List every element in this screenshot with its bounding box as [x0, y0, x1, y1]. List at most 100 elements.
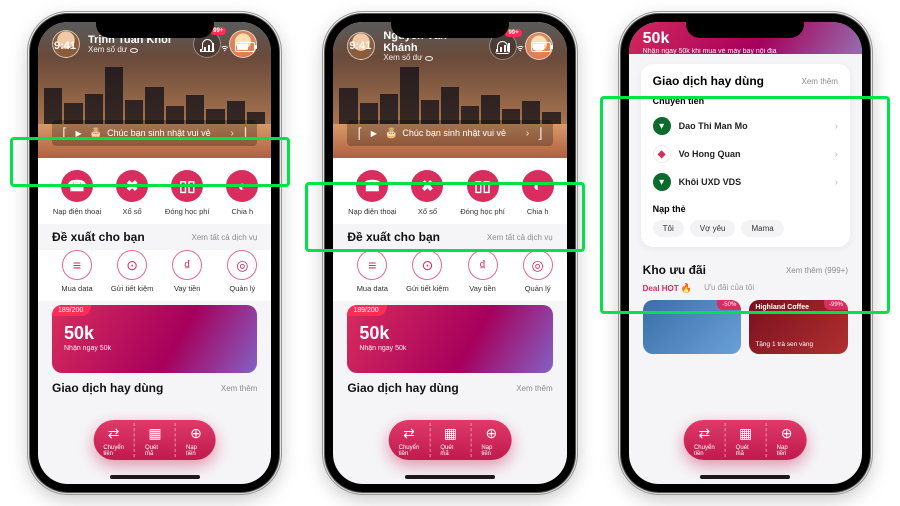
tab-hot[interactable]: Deal HOT 🔥 — [643, 283, 692, 294]
suggest-data[interactable]: ≡Mua data — [347, 250, 397, 293]
promo-title: 50k — [64, 323, 94, 344]
fab-topup[interactable]: ⊕Nạp tiền — [175, 423, 206, 457]
home-indicator — [405, 475, 495, 479]
fab-topup[interactable]: ⊕Nạp tiền — [766, 423, 797, 457]
wifi-icon — [218, 43, 231, 52]
suggest-more-link[interactable]: Xem tất cả dịch vụ — [487, 233, 553, 242]
home-indicator — [110, 475, 200, 479]
hero: 9:41 Trịnh Tuấn Khôi Xem số dư 99+ — [38, 22, 271, 158]
quick-topup-phone[interactable]: ☎Nạp điện thoại — [347, 170, 397, 216]
cake-icon: 🎂 — [385, 128, 397, 139]
birthday-banner[interactable]: ⌈ ▶ 🎂Chúc bạn sinh nhật vui vẻ › ⌋ — [52, 120, 257, 146]
chevron-right-icon: › — [835, 121, 838, 132]
offer-brand: Highland Coffee — [755, 304, 809, 311]
hero: 9:41 Nguyễn Văn Khánh Xem số dư 99+ — [333, 22, 566, 158]
suggest-data[interactable]: ≡Mua data — [52, 250, 102, 293]
deals-tabs: Deal HOT 🔥 Ưu đãi của tôi — [629, 283, 862, 300]
suggest-savings[interactable]: ⊙Gửi tiết kiệm — [107, 250, 157, 293]
cake-icon: 🎂 — [90, 128, 102, 139]
bracket-right-icon: ⌋ — [242, 125, 247, 142]
contact-row[interactable]: ◆Vo Hong Quan› — [653, 140, 838, 168]
chart-icon: ≡ — [62, 250, 92, 280]
fab-scan[interactable]: ▦Quét mã — [725, 423, 756, 457]
promo-title: 50k — [359, 323, 389, 344]
chip-item[interactable]: Vợ yêu — [690, 220, 736, 237]
quick-tuition[interactable]: ▯▯Đóng học phí — [162, 170, 212, 216]
offer-card[interactable]: -50% — [643, 300, 742, 354]
freq-more-link[interactable]: Xem thêm — [802, 77, 838, 86]
tab-mine[interactable]: Ưu đãi của tôi — [704, 283, 754, 294]
qr-icon: ▦ — [440, 423, 460, 443]
freq-card: Giao dịch hay dùng Xem thêm Chuyển tiền … — [641, 64, 850, 247]
chip-item[interactable]: Tôi — [653, 220, 684, 237]
suggest-loan[interactable]: ₫Vay tiền — [162, 250, 212, 293]
notch — [96, 14, 214, 38]
fab-scan[interactable]: ▦Quét mã — [134, 423, 165, 457]
promo-card[interactable]: 189/200 50k Nhận ngay 50k — [52, 305, 257, 373]
book-icon: ▯▯ — [171, 170, 203, 202]
birthday-banner[interactable]: ⌈ ▶ 🎂Chúc bạn sinh nhật vui vẻ › ⌋ — [347, 120, 552, 146]
battery-icon — [235, 42, 255, 52]
suggest-head: Đề xuất cho bạn Xem tất cả dịch vụ — [38, 224, 271, 250]
screen: 9:41 50k Nhận ngay 50k khi mua vé máy ba… — [629, 22, 862, 484]
status-time: 9:41 — [54, 40, 76, 52]
offer-card[interactable]: Highland Coffee -99% Tặng 1 trà sen vàng — [749, 300, 848, 354]
contact-row[interactable]: ▾Dao Thi Man Mo› — [653, 112, 838, 140]
transfer-icon: ⇄ — [694, 423, 714, 443]
quick-split[interactable]: ◐Chia h — [217, 170, 267, 216]
suggest-head: Đề xuất cho bạn Xem tất cả dịch vụ — [333, 224, 566, 250]
quick-lottery[interactable]: ✖Xổ số — [107, 170, 157, 216]
suggest-loan[interactable]: ₫Vay tiền — [458, 250, 508, 293]
balance-toggle[interactable]: Xem số dư — [383, 54, 480, 63]
transfer-icon: ⇄ — [399, 423, 419, 443]
wallet-icon: ⊕ — [481, 423, 501, 443]
quick-split[interactable]: ◐Chia h — [513, 170, 563, 216]
quick-tuition[interactable]: ▯▯Đóng học phí — [458, 170, 508, 216]
battery-icon — [531, 42, 551, 52]
bracket-left-icon: ⌈ — [357, 125, 362, 142]
freq-more-link[interactable]: Xem thêm — [221, 384, 257, 393]
freq-head: Giao dịch hay dùng Xem thêm — [38, 373, 271, 397]
fab-transfer[interactable]: ⇄Chuyển tiền — [103, 423, 124, 457]
fab-transfer[interactable]: ⇄Chuyển tiền — [399, 423, 420, 457]
quick-actions: ☎Nạp điện thoại ✖Xổ số ▯▯Đóng học phí ◐C… — [333, 158, 566, 224]
fab-topup[interactable]: ⊕Nạp tiền — [470, 423, 501, 457]
transfer-icon: ⇄ — [104, 423, 124, 443]
sub-topup: Nạp thẻ — [653, 204, 838, 214]
freq-title: Giao dịch hay dùng — [347, 381, 458, 395]
fab-transfer[interactable]: ⇄Chuyển tiền — [694, 423, 715, 457]
eye-icon — [425, 56, 433, 61]
notch — [391, 14, 509, 38]
contact-row[interactable]: ▾Khôi UXD VDS› — [653, 168, 838, 196]
home-indicator — [700, 475, 790, 479]
deals-more-link[interactable]: Xem thêm (999+) — [786, 266, 848, 275]
wifi-icon — [514, 43, 527, 52]
phone-1: 9:41 Trịnh Tuấn Khôi Xem số dư 99+ — [30, 14, 279, 492]
quick-topup-phone[interactable]: ☎Nạp điện thoại — [52, 170, 102, 216]
suggest-manage[interactable]: ◎Quản lý — [513, 250, 563, 293]
notch — [686, 14, 804, 38]
chevron-right-icon: › — [526, 128, 529, 139]
fire-icon: 🔥 — [681, 283, 692, 293]
suggest-more-link[interactable]: Xem tất cả dịch vụ — [192, 233, 258, 242]
wallet-icon: ⊕ — [777, 423, 797, 443]
chip-item[interactable]: Mama — [741, 220, 783, 237]
sub-transfer: Chuyển tiền — [653, 96, 838, 106]
chips: Tôi Vợ yêu Mama — [653, 220, 838, 237]
fab-scan[interactable]: ▦Quét mã — [429, 423, 460, 457]
promo-card[interactable]: 189/200 50k Nhận ngay 50k — [347, 305, 552, 373]
freq-more-link[interactable]: Xem thêm — [516, 384, 552, 393]
suggest-savings[interactable]: ⊙Gửi tiết kiệm — [402, 250, 452, 293]
phone-3: 9:41 50k Nhận ngay 50k khi mua vé máy ba… — [621, 14, 870, 492]
quick-lottery[interactable]: ✖Xổ số — [402, 170, 452, 216]
deals-title: Kho ưu đãi — [643, 263, 706, 277]
bottom-fab: ⇄Chuyển tiền ▦Quét mã ⊕Nạp tiền — [389, 420, 512, 460]
phone-2: 9:41 Nguyễn Văn Khánh Xem số dư 99+ — [325, 14, 574, 492]
qr-icon: ▦ — [145, 423, 165, 443]
suggest-manage[interactable]: ◎Quản lý — [217, 250, 267, 293]
piggy-icon: ⊙ — [117, 250, 147, 280]
bank-icon: ◆ — [653, 145, 671, 163]
suggest-row: ≡Mua data ⊙Gửi tiết kiệm ₫Vay tiền ◎Quản… — [333, 250, 566, 301]
screen: 9:41 Trịnh Tuấn Khôi Xem số dư 99+ — [38, 22, 271, 484]
freq-title: Giao dịch hay dùng — [653, 74, 764, 88]
